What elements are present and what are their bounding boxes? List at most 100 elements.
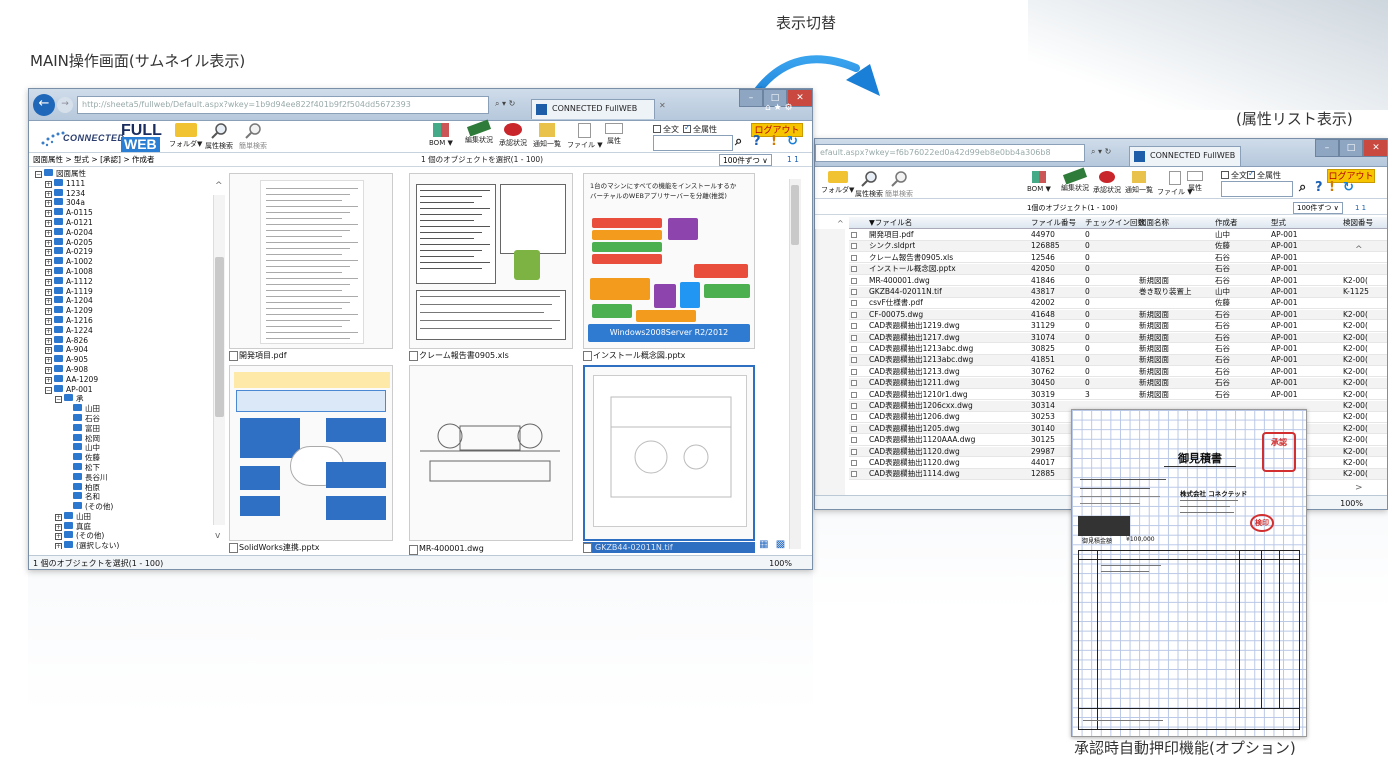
tree-node[interactable]: − AP-001 bbox=[35, 384, 215, 395]
expand-icon[interactable]: + bbox=[45, 317, 52, 325]
close-icon[interactable]: ✕ bbox=[1363, 139, 1387, 157]
tree-node[interactable]: + (その他) bbox=[35, 531, 215, 541]
thumbnail-item[interactable]: 開発項目.pdf bbox=[229, 173, 393, 361]
attr-browser-tab[interactable]: CONNECTED FullWEB bbox=[1129, 146, 1241, 166]
breadcrumb[interactable]: 図面属性 > 型式 > [承認] > 作成者 bbox=[33, 153, 155, 167]
expand-icon[interactable]: + bbox=[45, 366, 52, 374]
tree-node[interactable]: + A-826 bbox=[35, 335, 215, 346]
thumbnail-item[interactable]: クレーム報告書0905.xls bbox=[409, 173, 573, 361]
tree-node[interactable]: + (選択しない) bbox=[35, 541, 215, 549]
minimize-icon[interactable]: – bbox=[739, 89, 763, 107]
tree-node[interactable]: + A-0115 bbox=[35, 208, 215, 218]
attributes-button[interactable]: 属性 bbox=[605, 123, 623, 146]
row-checkbox[interactable] bbox=[851, 380, 857, 387]
column-header[interactable]: 検図番号 bbox=[1343, 217, 1373, 229]
tree-node[interactable]: 松岡 bbox=[35, 433, 215, 444]
tree-node[interactable]: + A-1008 bbox=[35, 266, 215, 277]
column-header[interactable]: ▼ファイル名 bbox=[869, 217, 912, 229]
tree-node[interactable]: 山中 bbox=[35, 443, 215, 453]
home-star-gear-icons[interactable]: ⌂ ★ ⚙ bbox=[765, 103, 793, 113]
row-checkbox[interactable] bbox=[851, 334, 857, 341]
info-icon[interactable]: ! bbox=[1329, 181, 1335, 195]
expand-icon[interactable]: + bbox=[55, 533, 62, 541]
row-checkbox[interactable] bbox=[851, 289, 857, 295]
tree-node[interactable]: 山田 bbox=[35, 404, 215, 414]
column-header[interactable]: ファイル番号 bbox=[1031, 217, 1076, 229]
tree-node[interactable]: + A-0205 bbox=[35, 237, 215, 248]
tree-node[interactable]: 松下 bbox=[35, 462, 215, 473]
view-mode-icons[interactable]: ☰ ▦ ▩ bbox=[743, 539, 787, 550]
row-checkbox[interactable] bbox=[851, 437, 857, 444]
table-row[interactable]: クレーム報告書0905.xls 12546 0 石谷 AP-001 bbox=[849, 253, 1387, 264]
expand-icon[interactable]: + bbox=[45, 219, 52, 227]
tree-node[interactable]: + A-1209 bbox=[35, 306, 215, 316]
bom-button[interactable]: BOM ▼ bbox=[429, 123, 453, 147]
expand-icon[interactable]: + bbox=[45, 249, 52, 257]
row-checkbox[interactable] bbox=[851, 346, 857, 352]
expand-icon[interactable]: + bbox=[45, 239, 52, 247]
row-checkbox[interactable] bbox=[851, 471, 857, 478]
tree-node[interactable]: 柏原 bbox=[35, 482, 215, 493]
tree-node[interactable]: − 図面属性 bbox=[35, 169, 215, 179]
approval-status-button[interactable]: 承認状況 bbox=[499, 123, 527, 148]
table-row[interactable]: CAD表題欄抽出1213abc.dwg 30825 0 新規図面 石谷 AP-001 K2-… bbox=[849, 344, 1387, 355]
thumbnail-item[interactable]: MR-400001.dwg bbox=[409, 365, 573, 555]
expand-icon[interactable]: + bbox=[45, 337, 52, 345]
expand-icon[interactable]: + bbox=[55, 513, 62, 521]
row-checkbox[interactable] bbox=[851, 232, 857, 238]
row-checkbox[interactable] bbox=[851, 368, 857, 375]
zoom-level[interactable]: 100% bbox=[769, 556, 792, 569]
tree-scroll-up-icon[interactable]: ^ bbox=[215, 181, 223, 191]
attr-approval-status-button[interactable]: 承認状況 bbox=[1093, 171, 1121, 195]
attr-zoom-level[interactable]: 100% bbox=[1340, 496, 1363, 509]
expand-icon[interactable]: + bbox=[45, 357, 52, 365]
tree-scroll-down-icon[interactable]: v bbox=[215, 531, 220, 541]
expand-icon[interactable]: + bbox=[45, 298, 52, 306]
expand-icon[interactable]: + bbox=[45, 229, 52, 237]
table-row[interactable]: CAD表題欄抽出1213abc.dwg 41851 0 新規図面 石谷 AP-001 K2-… bbox=[849, 355, 1387, 366]
attr-attr-search-button[interactable]: 属性検索 bbox=[855, 171, 883, 199]
tree-node[interactable]: + AA-1209 bbox=[35, 374, 215, 385]
expand-icon[interactable]: + bbox=[45, 268, 52, 276]
attr-collapse-icon[interactable]: ^ bbox=[837, 219, 844, 228]
column-header[interactable]: 図面名称 bbox=[1139, 217, 1169, 229]
row-checkbox[interactable] bbox=[851, 391, 857, 398]
attr-search-input[interactable] bbox=[1221, 181, 1293, 197]
thumbnail-item[interactable]: GKZB44-02011N.tif bbox=[583, 365, 755, 553]
row-checkbox[interactable] bbox=[851, 243, 857, 250]
help-icon[interactable]: ? bbox=[1315, 181, 1323, 195]
expand-icon[interactable]: + bbox=[45, 278, 52, 286]
row-checkbox[interactable] bbox=[851, 403, 857, 409]
attr-search-button[interactable]: 属性検索 bbox=[205, 123, 233, 151]
forward-icon[interactable]: → bbox=[57, 97, 73, 113]
row-checkbox[interactable] bbox=[851, 414, 857, 421]
minimize-icon[interactable]: – bbox=[1315, 139, 1339, 157]
table-row[interactable]: CAD表題欄抽出1217.dwg 31074 0 新規図面 石谷 AP-001 K2-00( bbox=[849, 332, 1387, 344]
tree-node[interactable]: + A-1002 bbox=[35, 257, 215, 267]
table-row[interactable]: CAD表題欄抽出1213.dwg 30762 0 新規図面 石谷 AP-001 K2-00( bbox=[849, 367, 1387, 378]
info-icon[interactable]: ! bbox=[771, 135, 777, 149]
attr-bom-button[interactable]: BOM ▼ bbox=[1027, 171, 1051, 193]
column-header[interactable]: チェックイン回数 bbox=[1085, 217, 1145, 229]
main-browser-tab[interactable]: CONNECTED FullWEB bbox=[531, 99, 655, 119]
thumbnail-item[interactable]: 1台のマシンにすべての機能をインストールするか バーチャルのWEBアプリサーバー… bbox=[583, 173, 755, 361]
notify-list-button[interactable]: 通知一覧 bbox=[533, 123, 561, 149]
simple-search-button[interactable]: 簡単検索 bbox=[239, 123, 267, 151]
row-checkbox[interactable] bbox=[851, 300, 857, 307]
attr-simple-search-button[interactable]: 簡単検索 bbox=[885, 171, 913, 199]
tree-node[interactable]: + A-904 bbox=[35, 345, 215, 355]
tree-node[interactable]: + A-1204 bbox=[35, 296, 215, 306]
collapse-icon[interactable]: − bbox=[45, 386, 52, 394]
collapse-icon[interactable]: − bbox=[55, 396, 62, 404]
search-icon[interactable]: ⌕ bbox=[735, 135, 742, 149]
tree-node[interactable]: 名和 bbox=[35, 492, 215, 502]
attr-per-page-select[interactable]: 100件ずつ ∨ bbox=[1293, 202, 1343, 214]
tree-node[interactable]: (その他) bbox=[35, 502, 215, 512]
refresh-icon[interactable]: ↻ bbox=[787, 135, 798, 149]
row-checkbox[interactable] bbox=[851, 460, 857, 466]
attr-attributes-button[interactable]: 属性 bbox=[1187, 171, 1203, 193]
edit-status-button[interactable]: 編集状況 bbox=[465, 119, 493, 145]
table-row[interactable]: CAD表題欄抽出1219.dwg 31129 0 新規図面 石谷 AP-001 K2-00( bbox=[849, 321, 1387, 332]
table-row[interactable]: シンク.sldprt 126885 0 佐藤 AP-001 bbox=[849, 241, 1387, 252]
row-checkbox[interactable] bbox=[851, 277, 857, 284]
